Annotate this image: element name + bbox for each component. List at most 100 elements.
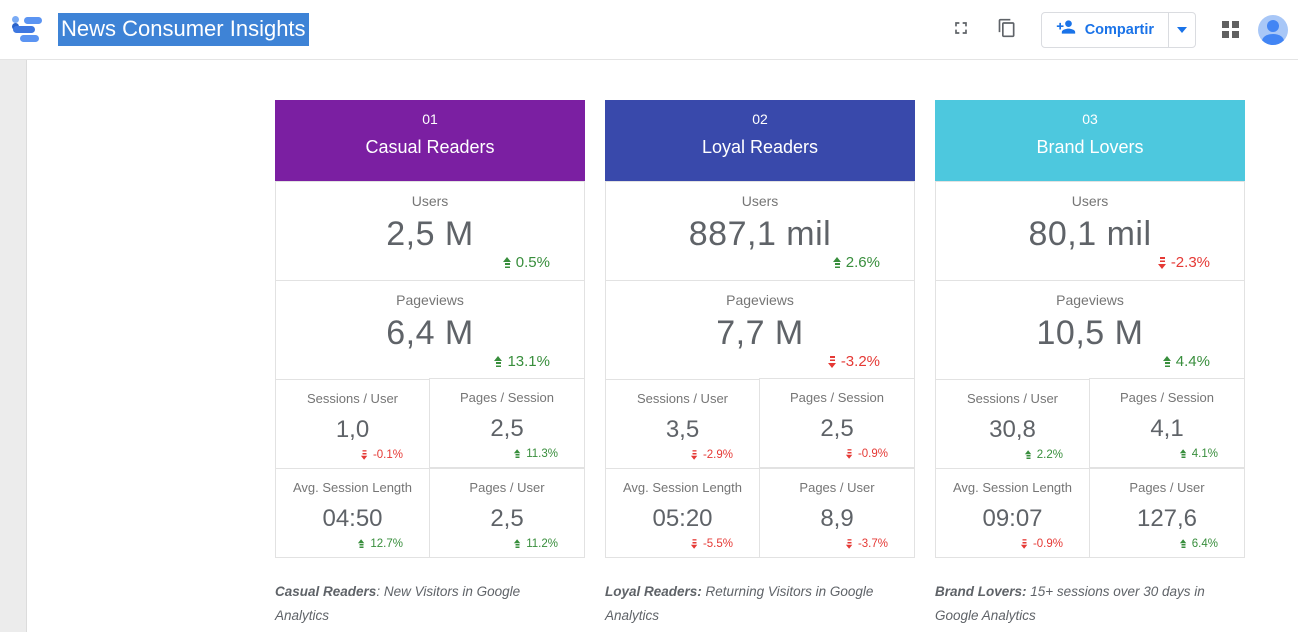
kpi-pageviews: Pageviews 6,4 M 13.1% — [275, 280, 585, 380]
kpi-value: 1,0 — [336, 415, 369, 445]
trend-arrow-icon — [1021, 539, 1028, 549]
kpi-value: 2,5 M — [386, 213, 474, 255]
kpi-value: 2,5 — [490, 414, 523, 444]
kpi-delta: -0.9% — [845, 448, 888, 460]
share-button[interactable]: Compartir — [1042, 13, 1168, 47]
report-canvas: 01 Casual Readers Users 2,5 M 0.5% Pagev… — [27, 60, 1298, 632]
kpi-delta: -5.5% — [690, 538, 733, 550]
kpi-sessions-per-user: Sessions / User 3,5 -2.9% — [605, 379, 760, 469]
kpi-value: 6,4 M — [386, 312, 474, 354]
kpi-delta: 13.1% — [494, 353, 550, 370]
kpi-label: Avg. Session Length — [293, 479, 412, 497]
kpi-delta: -0.1% — [360, 449, 403, 461]
app-header: News Consumer Insights Compartir — [0, 0, 1298, 60]
trend-arrow-icon — [361, 450, 368, 460]
kpi-label: Sessions / User — [637, 390, 728, 408]
kpi-label: Pages / User — [469, 479, 544, 497]
share-button-label: Compartir — [1085, 22, 1154, 38]
kpi-value: 2,5 — [490, 504, 523, 534]
kpi-label: Pageviews — [396, 290, 464, 310]
kpi-value: 09:07 — [982, 504, 1042, 534]
kpi-pages-per-session: Pages / Session 2,5 -0.9% — [759, 378, 915, 468]
kpi-value: 8,9 — [820, 504, 853, 534]
segment-card-header: 01 Casual Readers — [275, 100, 585, 181]
trend-arrow-icon — [1180, 539, 1187, 549]
kpi-delta: 6.4% — [1179, 538, 1218, 550]
segment-column-brand-lovers: 03 Brand Lovers Users 80,1 mil -2.3% Pag… — [935, 100, 1245, 628]
kpi-pages-per-user: Pages / User 2,5 11.2% — [429, 468, 585, 558]
trend-arrow-icon — [846, 539, 853, 549]
kpi-value: 2,5 — [820, 414, 853, 444]
segment-title: Brand Lovers — [1036, 132, 1143, 162]
trend-arrow-icon — [1163, 356, 1172, 368]
trend-arrow-icon — [691, 539, 698, 549]
kpi-delta: 4.4% — [1163, 353, 1210, 370]
segment-card-header: 02 Loyal Readers — [605, 100, 915, 181]
kpi-label: Users — [742, 191, 779, 211]
kpi-value: 887,1 mil — [689, 213, 831, 255]
kpi-delta: -0.9% — [1020, 538, 1063, 550]
trend-arrow-icon — [1180, 449, 1187, 459]
kpi-value: 05:20 — [652, 504, 712, 534]
segment-title: Casual Readers — [365, 132, 494, 162]
kpi-label: Pages / User — [799, 479, 874, 497]
trend-arrow-icon — [1158, 257, 1167, 269]
kpi-value: 30,8 — [989, 415, 1036, 445]
segment-column-casual-readers: 01 Casual Readers Users 2,5 M 0.5% Pagev… — [275, 100, 585, 628]
chevron-down-icon — [1177, 27, 1187, 33]
kpi-value: 10,5 M — [1037, 312, 1144, 354]
kpi-label: Avg. Session Length — [953, 479, 1072, 497]
apps-grid-icon — [1222, 21, 1239, 38]
trend-arrow-icon — [358, 539, 365, 549]
segment-footnote: Brand Lovers: 15+ sessions over 30 days … — [935, 580, 1235, 628]
kpi-value: 4,1 — [1150, 414, 1183, 444]
kpi-value: 04:50 — [322, 504, 382, 534]
kpi-small-grid: Sessions / User 30,8 2.2% Pages / Sessio… — [935, 379, 1245, 558]
share-split-button: Compartir — [1041, 12, 1196, 48]
data-studio-logo-icon — [12, 16, 44, 42]
kpi-value: 80,1 mil — [1028, 213, 1151, 255]
trend-arrow-icon — [514, 539, 521, 549]
kpi-delta: 0.5% — [503, 254, 550, 271]
kpi-sessions-per-user: Sessions / User 1,0 -0.1% — [275, 379, 430, 469]
kpi-delta: -2.3% — [1158, 254, 1210, 271]
kpi-label: Pageviews — [726, 290, 794, 310]
kpi-users: Users 2,5 M 0.5% — [275, 181, 585, 281]
kpi-delta: -2.9% — [690, 449, 733, 461]
segment-footnote: Casual Readers: New Visitors in Google A… — [275, 580, 575, 628]
kpi-label: Pages / Session — [460, 389, 554, 407]
trend-arrow-icon — [833, 257, 842, 269]
kpi-pages-per-user: Pages / User 127,6 6.4% — [1089, 468, 1245, 558]
kpi-pageviews: Pageviews 10,5 M 4.4% — [935, 280, 1245, 380]
kpi-pages-per-session: Pages / Session 4,1 4.1% — [1089, 378, 1245, 468]
user-avatar[interactable] — [1258, 15, 1288, 45]
segment-card: 03 Brand Lovers Users 80,1 mil -2.3% Pag… — [935, 100, 1245, 558]
fullscreen-button[interactable] — [943, 12, 979, 48]
trend-arrow-icon — [514, 449, 521, 459]
segment-card-header: 03 Brand Lovers — [935, 100, 1245, 181]
fullscreen-icon — [951, 18, 971, 41]
kpi-label: Avg. Session Length — [623, 479, 742, 497]
copy-report-button[interactable] — [989, 12, 1025, 48]
kpi-label: Pages / User — [1129, 479, 1204, 497]
segment-title: Loyal Readers — [702, 132, 818, 162]
kpi-value: 7,7 M — [716, 312, 804, 354]
apps-grid-button[interactable] — [1212, 12, 1248, 48]
kpi-label: Pageviews — [1056, 290, 1124, 310]
kpi-label: Sessions / User — [967, 390, 1058, 408]
segment-card: 02 Loyal Readers Users 887,1 mil 2.6% Pa… — [605, 100, 915, 558]
person-add-icon — [1056, 17, 1076, 42]
kpi-pages-per-user: Pages / User 8,9 -3.7% — [759, 468, 915, 558]
kpi-delta: 11.3% — [513, 448, 558, 460]
segment-number: 03 — [1082, 109, 1098, 129]
report-title: News Consumer Insights — [58, 13, 309, 45]
trend-arrow-icon — [846, 449, 853, 459]
kpi-label: Users — [412, 191, 449, 211]
kpi-delta: 2.2% — [1024, 449, 1063, 461]
kpi-delta: 2.6% — [833, 254, 880, 271]
share-dropdown-button[interactable] — [1168, 13, 1195, 47]
kpi-delta: -3.2% — [828, 353, 880, 370]
segment-number: 02 — [752, 109, 768, 129]
trend-arrow-icon — [494, 356, 503, 368]
segment-footnote: Loyal Readers: Returning Visitors in Goo… — [605, 580, 905, 628]
